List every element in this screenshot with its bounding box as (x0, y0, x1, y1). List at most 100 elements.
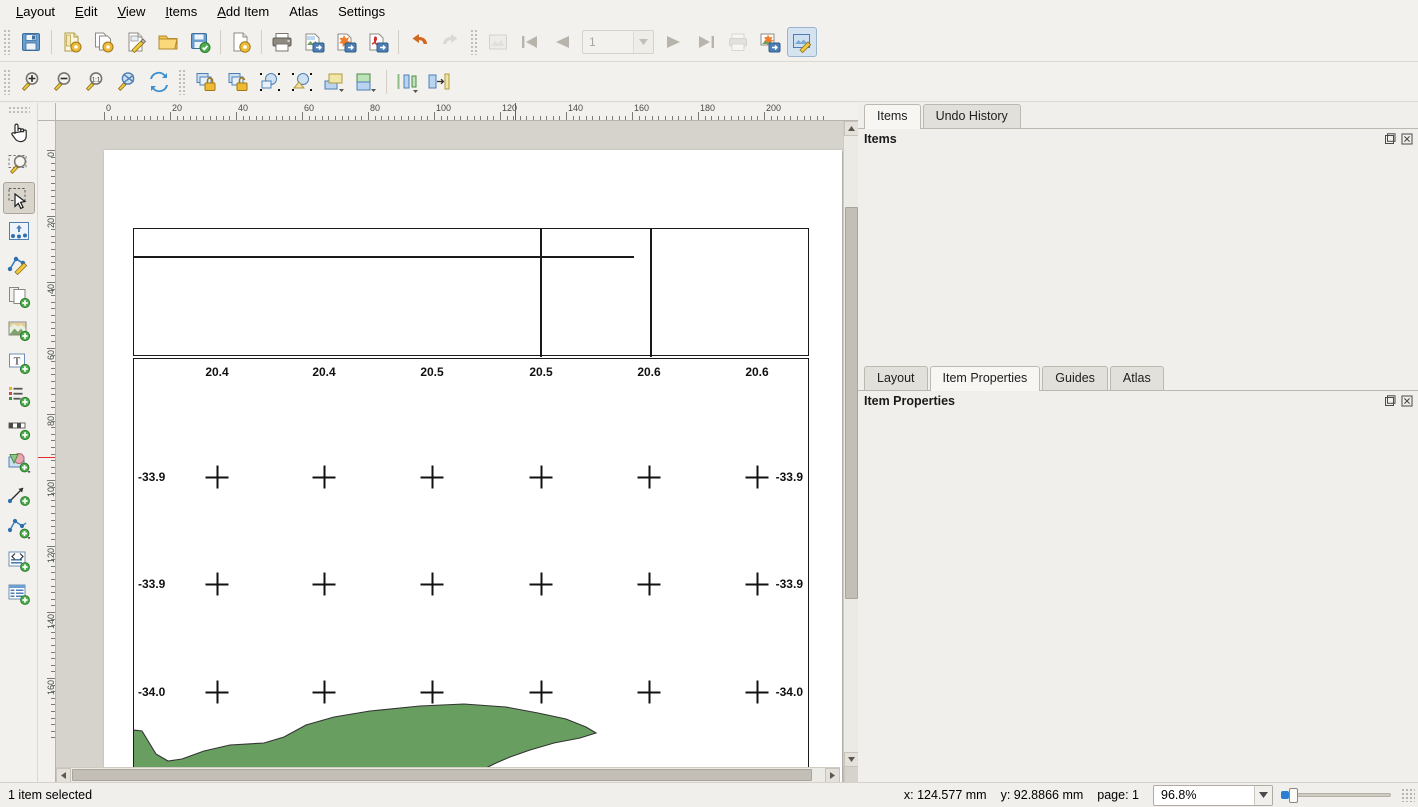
zoom-slider[interactable] (1281, 785, 1391, 806)
canvas-vertical-scrollbar[interactable] (843, 121, 858, 767)
header-item[interactable] (133, 228, 809, 356)
canvas-viewport[interactable]: Swellendam Railton 20.420.420.520.520.62… (56, 121, 858, 782)
menu-layout[interactable]: Layout (6, 2, 65, 21)
move-item-content-tool[interactable] (3, 215, 35, 247)
add-node-item-tool[interactable] (3, 512, 35, 544)
add-attribute-table-tool[interactable] (3, 578, 35, 610)
tab-guides[interactable]: Guides (1042, 366, 1108, 390)
zoom-slider-handle[interactable] (1289, 788, 1298, 803)
scroll-right-arrow[interactable] (825, 768, 840, 783)
scroll-up-arrow[interactable] (844, 121, 859, 136)
save-template-icon[interactable] (185, 27, 215, 57)
zoom-level-combo[interactable]: 96.8% (1153, 785, 1273, 806)
add-legend-tool[interactable] (3, 380, 35, 412)
add-shape-tool[interactable] (3, 446, 35, 478)
float-panel-icon[interactable] (1383, 132, 1397, 146)
close-panel-icon[interactable] (1400, 132, 1414, 146)
menu-edit[interactable]: Edit (65, 2, 107, 21)
toolbar-grip[interactable] (8, 106, 30, 114)
export-pdf-icon[interactable] (363, 27, 393, 57)
menu-view[interactable]: View (107, 2, 155, 21)
scroll-left-arrow[interactable] (56, 768, 71, 783)
select-item-tool[interactable] (3, 182, 35, 214)
align-left-icon[interactable] (392, 67, 422, 97)
undo-icon[interactable] (404, 27, 434, 57)
tab-item-properties[interactable]: Item Properties (930, 366, 1041, 391)
layout-canvas-area[interactable]: 020406080100120140160180200 020406080100… (38, 103, 858, 782)
atlas-prev-icon[interactable] (547, 27, 577, 57)
atlas-export-image-icon[interactable] (755, 27, 785, 57)
save-icon[interactable] (16, 27, 46, 57)
toolbar-grip[interactable] (470, 29, 479, 55)
atlas-next-icon[interactable] (659, 27, 689, 57)
layout-page[interactable]: Swellendam Railton 20.420.420.520.520.62… (104, 150, 842, 782)
float-panel-icon[interactable] (1383, 394, 1397, 408)
add-scalebar-tool[interactable] (3, 413, 35, 445)
toolbar-separator (261, 30, 262, 54)
menu-settings[interactable]: Settings (328, 2, 395, 21)
zoom-tool[interactable] (3, 149, 35, 181)
toolbar-grip[interactable] (3, 69, 12, 95)
zoom-actual-icon[interactable]: 1:1 (80, 67, 110, 97)
toolbar-grip[interactable] (178, 69, 187, 95)
vertical-line-2-item[interactable] (650, 229, 652, 357)
atlas-page-spinner[interactable]: 1 (582, 30, 654, 54)
page-properties-icon[interactable] (226, 27, 256, 57)
print-icon[interactable] (267, 27, 297, 57)
grid-cross (421, 466, 444, 489)
zoom-full-icon[interactable] (112, 67, 142, 97)
add-arrow-tool[interactable] (3, 479, 35, 511)
ruler-tick-minor (51, 203, 55, 204)
atlas-last-icon[interactable] (691, 27, 721, 57)
edit-nodes-tool[interactable] (3, 248, 35, 280)
scroll-down-arrow[interactable] (844, 752, 859, 767)
close-panel-icon[interactable] (1400, 394, 1414, 408)
ruler-tick-minor (51, 328, 55, 329)
redo-icon[interactable] (436, 27, 466, 57)
distribute-icon[interactable] (424, 67, 454, 97)
open-folder-icon[interactable] (153, 27, 183, 57)
menu-add-item[interactable]: Add Item (207, 2, 279, 21)
duplicate-layout-icon[interactable] (89, 27, 119, 57)
deselect-all-icon[interactable] (287, 67, 317, 97)
select-all-icon[interactable] (255, 67, 285, 97)
horizontal-line-item[interactable] (134, 256, 634, 258)
tab-items[interactable]: Items (864, 104, 921, 129)
unlock-all-icon[interactable] (223, 67, 253, 97)
ruler-tick-minor (401, 116, 402, 120)
raise-items-icon[interactable] (319, 67, 349, 97)
resize-grip[interactable] (1401, 788, 1415, 802)
menu-items[interactable]: Items (155, 2, 207, 21)
add-page-tool[interactable] (3, 281, 35, 313)
lower-items-icon[interactable] (351, 67, 381, 97)
pan-layout-tool[interactable] (3, 116, 35, 148)
scroll-thumb-vertical[interactable] (845, 207, 858, 599)
menu-atlas[interactable]: Atlas (279, 2, 328, 21)
zoom-out-icon[interactable] (48, 67, 78, 97)
add-label-tool[interactable]: T (3, 347, 35, 379)
export-svg-icon[interactable] (331, 27, 361, 57)
tab-atlas[interactable]: Atlas (1110, 366, 1164, 390)
refresh-icon[interactable] (144, 67, 174, 97)
add-html-tool[interactable] (3, 545, 35, 577)
add-map-tool[interactable] (3, 314, 35, 346)
vertical-line-1-item[interactable] (540, 229, 542, 357)
chevron-down-icon[interactable] (633, 31, 653, 53)
lock-items-icon[interactable] (191, 67, 221, 97)
map-item[interactable]: Swellendam Railton 20.420.420.520.520.62… (133, 358, 809, 782)
chevron-down-icon[interactable] (1254, 786, 1272, 805)
atlas-first-icon[interactable] (515, 27, 545, 57)
canvas-horizontal-scrollbar[interactable] (56, 767, 840, 782)
export-image-icon[interactable] (299, 27, 329, 57)
layout-manager-icon[interactable] (121, 27, 151, 57)
toolbar-grip[interactable] (3, 29, 12, 55)
zoom-in-icon[interactable] (16, 67, 46, 97)
atlas-print-icon[interactable] (723, 27, 753, 57)
scroll-thumb-horizontal[interactable] (72, 769, 812, 781)
tab-layout[interactable]: Layout (864, 366, 928, 390)
new-layout-icon[interactable] (57, 27, 87, 57)
tab-undo-history[interactable]: Undo History (923, 104, 1021, 128)
grid-cross (530, 681, 553, 704)
atlas-preview-icon[interactable] (787, 27, 817, 57)
atlas-settings-icon[interactable] (483, 27, 513, 57)
